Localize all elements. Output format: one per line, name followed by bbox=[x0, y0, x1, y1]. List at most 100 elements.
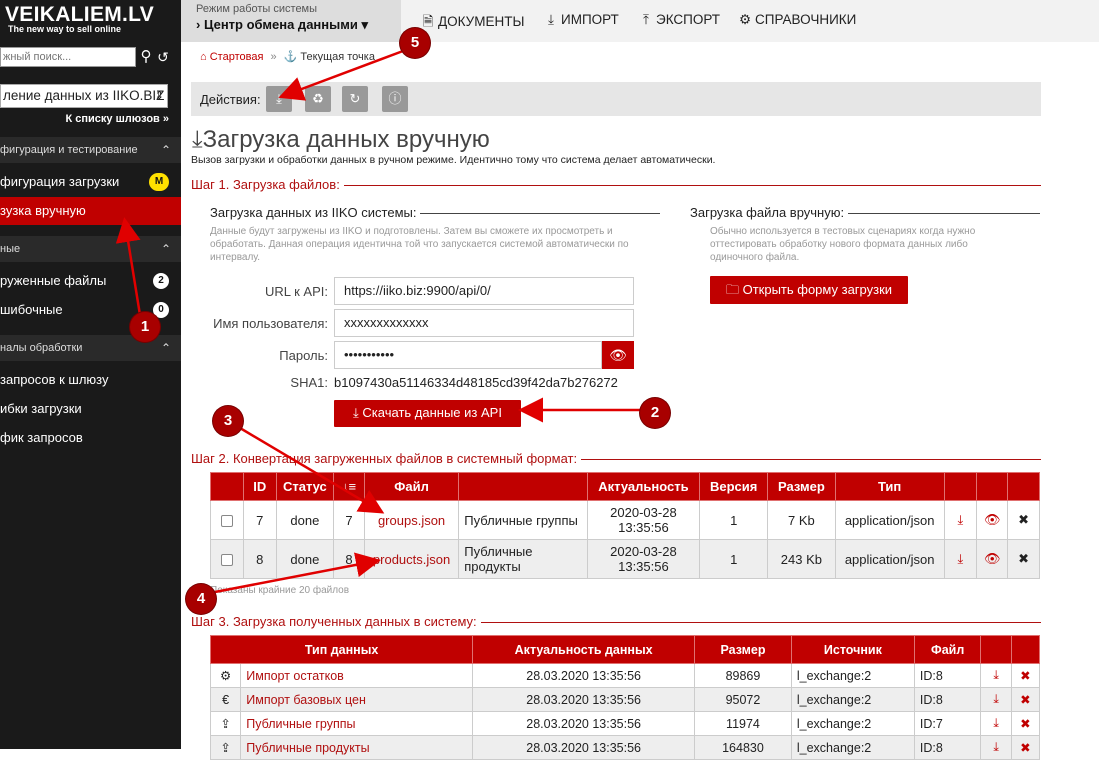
info-action-button[interactable]: ⓘ bbox=[382, 86, 408, 112]
gateway-list-link[interactable]: К списку шлюзов » bbox=[66, 113, 170, 125]
download-icon: ⤓ bbox=[192, 126, 203, 153]
download-icon[interactable]: ⤓ bbox=[943, 539, 978, 579]
file-link[interactable]: groups.json bbox=[363, 500, 460, 540]
row-checkbox[interactable] bbox=[220, 515, 233, 528]
page-title-text: Загрузка данных вручную bbox=[202, 126, 490, 153]
nav-references[interactable]: ⚙ СПРАВОЧНИКИ bbox=[738, 12, 856, 28]
column-header-size[interactable]: Размер bbox=[694, 635, 792, 664]
breadcrumb-separator: » bbox=[270, 51, 277, 63]
badge: 2 bbox=[153, 273, 169, 289]
sidebar-item-gateway-requests[interactable]: запросов к шлюзу bbox=[0, 366, 181, 394]
breadcrumb-home-link[interactable]: Стартовая bbox=[210, 51, 264, 63]
column-header-source[interactable]: Источник bbox=[790, 635, 915, 664]
url-input[interactable]: https://iiko.biz:9900/api/0/ bbox=[334, 277, 634, 305]
column-header bbox=[980, 635, 1012, 664]
show-password-button[interactable]: 👁 bbox=[602, 341, 634, 369]
delete-icon[interactable]: ✖ bbox=[1010, 711, 1041, 736]
table-row: ⚙ Импорт остатков 28.03.2020 13:35:56 89… bbox=[209, 663, 1041, 688]
actuality-cell: 2020-03-28 13:35:56 bbox=[586, 539, 701, 579]
sha-value: b1097430a51146334d48185cd39f42da7b276272 bbox=[334, 375, 618, 390]
nav-label: ДОКУМЕНТЫ bbox=[438, 14, 525, 29]
column-header-size[interactable]: Размер bbox=[767, 472, 836, 501]
download-icon[interactable]: ⤓ bbox=[943, 500, 978, 540]
size-cell: 89869 bbox=[694, 663, 792, 688]
row-checkbox[interactable] bbox=[220, 554, 233, 567]
download-icon[interactable]: ⤓ bbox=[980, 663, 1012, 688]
delete-icon[interactable]: ✖ bbox=[1007, 539, 1040, 579]
eye-icon[interactable]: 👁 bbox=[976, 500, 1009, 540]
data-type-icon: ⇪ bbox=[209, 735, 242, 760]
nav-documents[interactable]: 🗎 ДОКУМЕНТЫ bbox=[421, 12, 525, 35]
search-icon[interactable]: ⚲ bbox=[139, 47, 153, 67]
column-header-actuality[interactable]: Актуальность bbox=[586, 472, 701, 501]
manual-section-title: Загрузка файла вручную: bbox=[690, 205, 849, 221]
callout-badge: 1 bbox=[130, 312, 160, 342]
nav-import[interactable]: ⤓ ИМПОРТ bbox=[544, 12, 619, 28]
download-icon[interactable]: ⤓ bbox=[980, 711, 1012, 736]
logo[interactable]: VEIKALIEM.LV bbox=[5, 4, 154, 26]
refresh-action-button[interactable]: ↻ bbox=[342, 86, 368, 112]
callout-badge: 4 bbox=[186, 584, 216, 614]
column-header bbox=[976, 472, 1009, 501]
refresh-icon: ↻ bbox=[349, 91, 361, 106]
download-icon: ⤓ bbox=[353, 405, 359, 420]
download-icon[interactable]: ⤓ bbox=[980, 735, 1012, 760]
column-header-version[interactable]: Версия bbox=[699, 472, 769, 501]
chevron-up-icon: ⌃ bbox=[160, 242, 171, 256]
column-header-status[interactable]: Статус bbox=[275, 472, 335, 501]
sidebar-search-field[interactable] bbox=[0, 47, 136, 67]
column-header-file[interactable]: Файл bbox=[363, 472, 460, 501]
column-header-id[interactable]: ID bbox=[242, 472, 277, 501]
home-icon[interactable]: ⌂ bbox=[200, 51, 207, 63]
column-header-file[interactable]: Файл bbox=[913, 635, 982, 664]
sidebar-item-load-config[interactable]: фигурация загрузки M bbox=[0, 168, 181, 196]
delete-icon[interactable]: ✖ bbox=[1010, 735, 1041, 760]
recycle-icon: ♻ bbox=[312, 91, 324, 106]
sidebar-section-data[interactable]: ные ⌃ bbox=[0, 236, 181, 262]
download-from-api-button[interactable]: ⤓ Скачать данные из API bbox=[334, 400, 521, 427]
mode-value[interactable]: › Центр обмена данными ▾ bbox=[196, 17, 368, 33]
column-header-data-actuality[interactable]: Актуальность данных bbox=[472, 635, 696, 664]
data-type-link[interactable]: Импорт базовых цен bbox=[240, 687, 474, 712]
size-cell: 243 Kb bbox=[767, 539, 836, 579]
sidebar-item-manual-load[interactable]: зузка вручную bbox=[0, 197, 181, 225]
data-type-link[interactable]: Импорт остатков bbox=[240, 663, 474, 688]
download-action-button[interactable]: ⤓ bbox=[266, 86, 292, 112]
actuality-cell: 28.03.2020 13:35:56 bbox=[472, 687, 696, 712]
sidebar-item-load-errors[interactable]: ибки загрузки bbox=[0, 395, 181, 423]
delete-icon[interactable]: ✖ bbox=[1010, 663, 1041, 688]
plug-icon: ⚓ bbox=[283, 51, 298, 63]
column-header-data-type[interactable]: Тип данных bbox=[209, 635, 474, 664]
history-icon[interactable]: ↺ bbox=[156, 47, 170, 67]
username-input[interactable]: xxxxxxxxxxxxx bbox=[334, 309, 634, 337]
download-icon: ⤓ bbox=[276, 91, 282, 106]
sidebar-item-request-graph[interactable]: фик запросов bbox=[0, 424, 181, 452]
password-input[interactable]: ••••••••••• bbox=[334, 341, 602, 369]
sidebar-section-config[interactable]: фигурация и тестирование ⌃ bbox=[0, 137, 181, 163]
size-cell: 11974 bbox=[694, 711, 792, 736]
file-link[interactable]: products.json bbox=[363, 539, 460, 579]
column-header-type[interactable]: Тип bbox=[834, 472, 945, 501]
delete-icon[interactable]: ✖ bbox=[1010, 687, 1041, 712]
id-cell: 7 bbox=[242, 500, 277, 540]
sort-amount-icon[interactable]: ↓≡ bbox=[333, 472, 365, 501]
open-upload-form-button[interactable]: 🗀 Открыть форму загрузки bbox=[710, 276, 908, 304]
sidebar-item-loaded-files[interactable]: руженные файлы 2 bbox=[0, 267, 181, 295]
table-row: ⇪ Публичные группы 28.03.2020 13:35:56 1… bbox=[209, 711, 1041, 736]
mode-selector[interactable]: Режим работы системы › Центр обмена данн… bbox=[181, 0, 401, 42]
column-header bbox=[458, 472, 588, 501]
delete-icon[interactable]: ✖ bbox=[1007, 500, 1040, 540]
file-cell: ID:8 bbox=[913, 735, 982, 760]
sidebar-section-label: фигурация и тестирование bbox=[0, 144, 138, 156]
recycle-action-button[interactable]: ♻ bbox=[305, 86, 331, 112]
eye-icon[interactable]: 👁 bbox=[976, 539, 1009, 579]
callout-badge: 2 bbox=[640, 398, 670, 428]
nav-export[interactable]: ⤒ ЭКСПОРТ bbox=[639, 12, 720, 28]
data-type-link[interactable]: Публичные группы bbox=[240, 711, 474, 736]
description-cell: Публичные продукты bbox=[458, 539, 588, 579]
search-input[interactable] bbox=[1, 48, 135, 66]
table-header-row: Тип данных Актуальность данных Размер Ис… bbox=[209, 635, 1041, 664]
data-type-link[interactable]: Публичные продукты bbox=[240, 735, 474, 760]
gateway-select[interactable]: ление данных из IIKO.BIZ ⇕ bbox=[0, 84, 168, 108]
download-icon[interactable]: ⤓ bbox=[980, 687, 1012, 712]
